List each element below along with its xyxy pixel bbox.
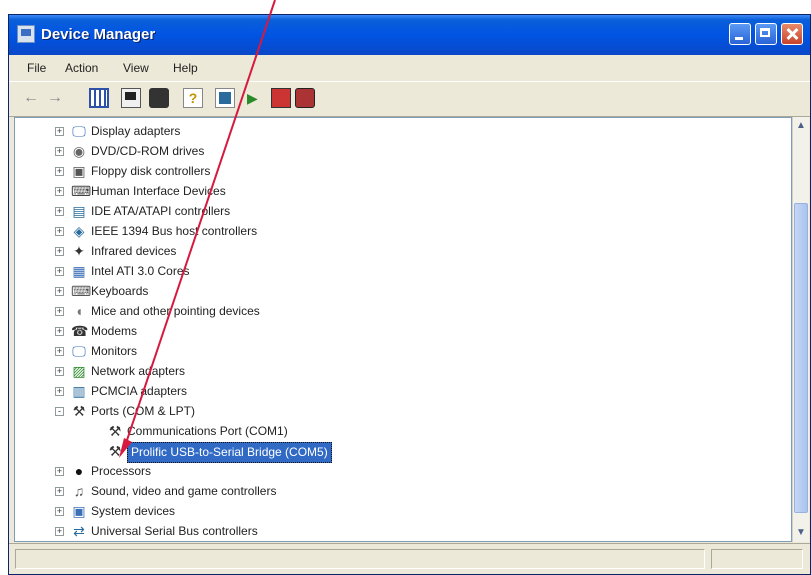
tree-item-label: Ports (COM & LPT) xyxy=(91,404,196,418)
toolbar: ← → ? ▶ xyxy=(9,81,810,117)
tree-item-label: PCMCIA adapters xyxy=(91,384,188,398)
ide-icon: ▤ xyxy=(72,203,86,219)
usb-icon: ⇄ xyxy=(73,523,85,539)
expand-toggle-icon[interactable]: + xyxy=(55,387,64,396)
scan-hardware-icon[interactable] xyxy=(215,88,235,108)
expand-toggle-icon[interactable]: + xyxy=(55,527,64,536)
tree-item-label: DVD/CD-ROM drives xyxy=(91,144,205,158)
menu-view[interactable]: View xyxy=(123,61,149,75)
tree-item-label: Sound, video and game controllers xyxy=(91,484,277,498)
window-title: Device Manager xyxy=(41,26,156,43)
update-driver-icon[interactable]: ▶ xyxy=(247,88,269,108)
tree-item-label: Universal Serial Bus controllers xyxy=(91,524,258,538)
scrollbar-thumb[interactable] xyxy=(794,203,808,513)
floppy-icon: ▣ xyxy=(72,163,86,179)
expand-toggle-icon[interactable]: + xyxy=(55,167,64,176)
expand-toggle-icon[interactable]: + xyxy=(55,227,64,236)
chip-icon: ▦ xyxy=(72,263,86,279)
expand-toggle-icon[interactable]: + xyxy=(55,207,64,216)
cpu-icon: ● xyxy=(74,463,84,479)
expand-toggle-icon[interactable]: + xyxy=(55,147,64,156)
tree-item-label: System devices xyxy=(91,504,176,518)
tree-item-label: Monitors xyxy=(91,344,138,358)
tree-item-label: Human Interface Devices xyxy=(91,184,226,198)
modem-icon: ☎ xyxy=(71,323,89,339)
help-icon[interactable]: ? xyxy=(183,88,203,108)
tree-item-label: Intel ATI 3.0 Cores xyxy=(91,264,190,278)
device-manager-icon xyxy=(17,25,35,43)
back-arrow-icon[interactable]: ← xyxy=(23,88,43,108)
title-bar[interactable]: Device Manager xyxy=(9,15,810,55)
tree-item-label: IDE ATA/ATAPI controllers xyxy=(91,204,231,218)
monitor-icon: 🖵 xyxy=(72,123,86,139)
tree-item-label: Infrared devices xyxy=(91,244,177,258)
status-pane-secondary xyxy=(711,549,803,569)
computer-icon: ▣ xyxy=(72,503,86,519)
monitor-icon: 🖵 xyxy=(72,343,86,359)
device-manager-window: Device Manager File Action View Help ← →… xyxy=(8,14,811,575)
close-button[interactable] xyxy=(781,23,803,45)
forward-arrow-icon[interactable]: → xyxy=(47,88,67,108)
port-icon: ⚒ xyxy=(108,443,122,459)
tree-item-label: IEEE 1394 Bus host controllers xyxy=(91,224,258,238)
uninstall-device-icon[interactable] xyxy=(295,88,315,108)
expand-toggle-icon[interactable]: + xyxy=(55,327,64,336)
expand-toggle-icon[interactable]: + xyxy=(55,347,64,356)
tree-item-label: Modems xyxy=(91,324,138,338)
device-tree-panel: + 🖵 Display adapters + ◉ DVD/CD-ROM drives + ▣ F… xyxy=(14,117,792,542)
properties-icon[interactable] xyxy=(121,88,141,108)
tree-item-label: Floppy disk controllers xyxy=(91,164,211,178)
cdrom-icon: ◉ xyxy=(72,143,86,159)
expand-toggle-icon[interactable]: + xyxy=(55,187,64,196)
print-icon[interactable] xyxy=(149,88,169,108)
maximize-button[interactable] xyxy=(755,23,777,45)
ieee1394-icon: ◈ xyxy=(73,223,85,239)
menu-file[interactable]: File xyxy=(27,61,46,75)
menu-bar: File Action View Help xyxy=(9,57,810,79)
infrared-icon: ✦ xyxy=(73,243,85,259)
expand-toggle-icon[interactable]: + xyxy=(55,267,64,276)
expand-toggle-icon[interactable]: + xyxy=(55,247,64,256)
expand-toggle-icon[interactable]: + xyxy=(55,507,64,516)
expand-toggle-icon[interactable]: + xyxy=(55,487,64,496)
network-icon: ▨ xyxy=(72,363,86,379)
keyboard-icon: ⌨ xyxy=(71,283,92,299)
status-pane-main xyxy=(15,549,705,569)
show-hide-tree-icon[interactable] xyxy=(89,88,109,108)
scroll-down-arrow-icon[interactable]: ▼ xyxy=(794,526,808,540)
mouse-icon: ◖ xyxy=(74,303,84,319)
tree-item-label: Keyboards xyxy=(91,284,149,298)
expand-toggle-icon[interactable]: + xyxy=(55,127,64,136)
tree-item-label: Network adapters xyxy=(91,364,186,378)
expand-toggle-icon[interactable]: + xyxy=(55,467,64,476)
tree-item-label: Communications Port (COM1) xyxy=(127,424,288,438)
minimize-button[interactable] xyxy=(729,23,751,45)
scroll-up-arrow-icon[interactable]: ▲ xyxy=(794,119,808,133)
disable-device-icon[interactable] xyxy=(271,88,291,108)
menu-action[interactable]: Action xyxy=(65,61,98,75)
port-icon: ⚒ xyxy=(72,403,86,419)
collapse-toggle-icon[interactable]: - xyxy=(55,407,64,416)
hid-icon: ⌨ xyxy=(71,183,92,199)
menu-help[interactable]: Help xyxy=(173,61,198,75)
status-bar xyxy=(9,543,810,574)
device-tree: + 🖵 Display adapters + ◉ DVD/CD-ROM drives + ▣ F… xyxy=(15,118,791,541)
vertical-scrollbar[interactable]: ▲ ▼ xyxy=(792,117,809,542)
port-icon: ⚒ xyxy=(108,423,122,439)
sound-icon: ♫ xyxy=(73,483,85,499)
tree-item-label: Display adapters xyxy=(91,124,181,138)
tree-item-label: Mice and other pointing devices xyxy=(91,304,260,318)
expand-toggle-icon[interactable]: + xyxy=(55,287,64,296)
tree-item-label: Prolific USB-to-Serial Bridge (COM5) xyxy=(127,442,332,463)
expand-toggle-icon[interactable]: + xyxy=(55,367,64,376)
expand-toggle-icon[interactable]: + xyxy=(55,307,64,316)
pcmcia-icon: ▥ xyxy=(72,383,86,399)
tree-item-label: Processors xyxy=(91,464,152,478)
